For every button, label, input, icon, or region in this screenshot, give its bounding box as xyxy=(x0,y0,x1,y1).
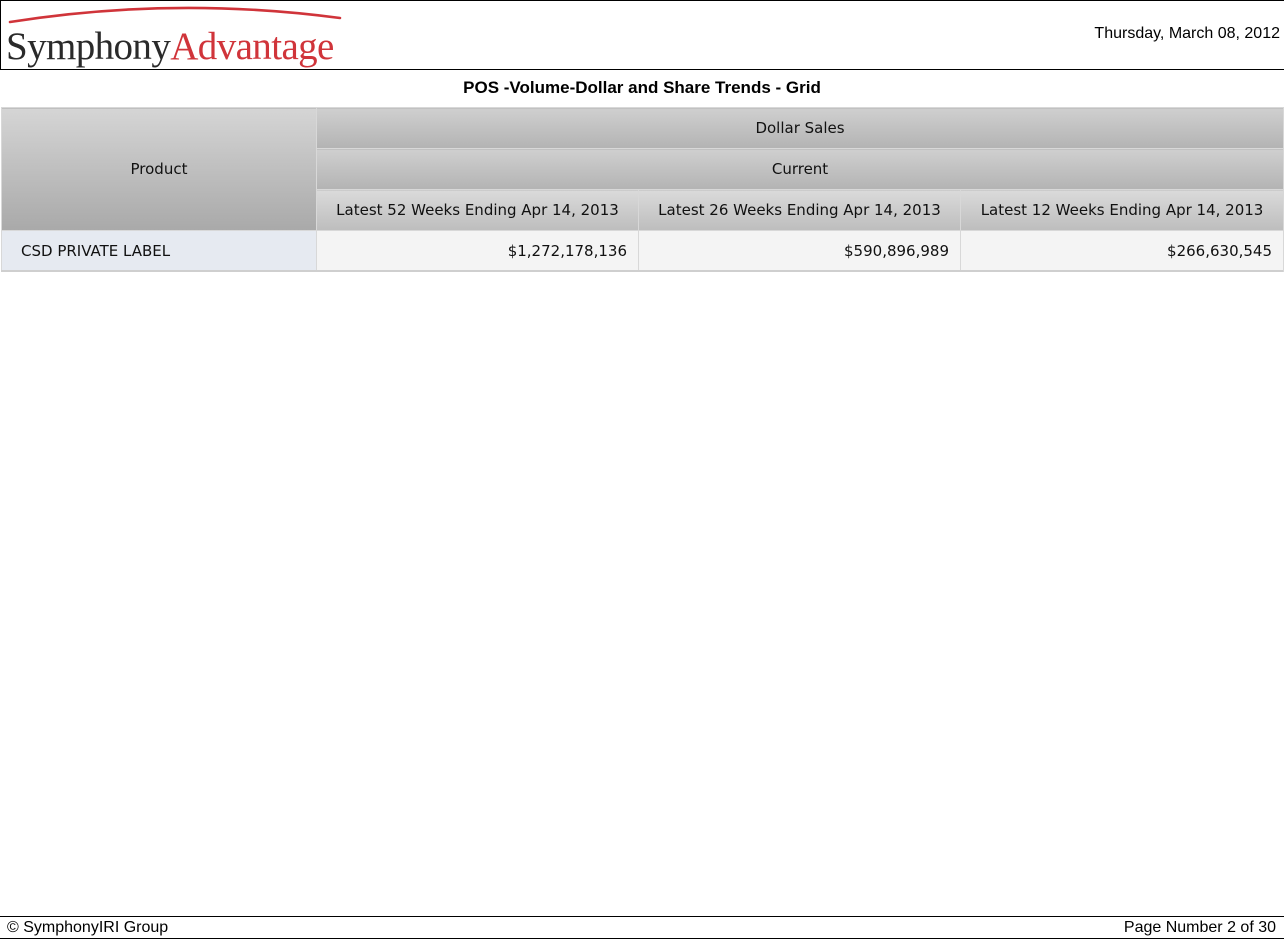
symphony-advantage-logo: SymphonyAdvantage xyxy=(4,2,349,70)
page-left-rule xyxy=(0,0,1,70)
measure-header-dollar-sales: Dollar Sales xyxy=(315,107,1284,149)
value-cell-26-weeks: $590,896,989 xyxy=(638,230,961,272)
value-cell-12-weeks: $266,630,545 xyxy=(959,230,1284,272)
period-header-12-weeks: Latest 12 Weeks Ending Apr 14, 2013 xyxy=(959,189,1284,231)
period-header-26-weeks: Latest 26 Weeks Ending Apr 14, 2013 xyxy=(638,189,961,231)
report-title: POS -Volume-Dollar and Share Trends - Gr… xyxy=(463,78,821,97)
sales-grid: Product Dollar Sales Current Latest 52 W… xyxy=(1,107,1284,272)
product-column-header: Product xyxy=(1,107,317,231)
logo-wordmark: SymphonyAdvantage xyxy=(6,24,334,70)
logo-wordmark-symphony: Symphony xyxy=(6,25,171,68)
page-number: Page Number 2 of 30 xyxy=(1123,919,1276,936)
table-row: CSD PRIVATE LABEL $1,272,178,136 $590,89… xyxy=(1,230,1284,272)
period-header-52-weeks: Latest 52 Weeks Ending Apr 14, 2013 xyxy=(316,189,639,231)
value-cell-52-weeks: $1,272,178,136 xyxy=(316,230,639,272)
product-cell: CSD PRIVATE LABEL xyxy=(1,230,317,272)
footer-top-rule xyxy=(0,916,1284,917)
copyright-text: © SymphonyIRI Group xyxy=(7,919,169,936)
grid-bottom-border xyxy=(1,270,1283,272)
logo-wordmark-advantage: Advantage xyxy=(170,25,334,68)
report-date: Thursday, March 08, 2012 xyxy=(1094,25,1280,42)
period-group-header-current: Current xyxy=(315,148,1284,190)
header-divider xyxy=(0,69,1284,70)
page-top-rule xyxy=(0,0,1284,1)
footer-bottom-rule xyxy=(0,938,1284,939)
